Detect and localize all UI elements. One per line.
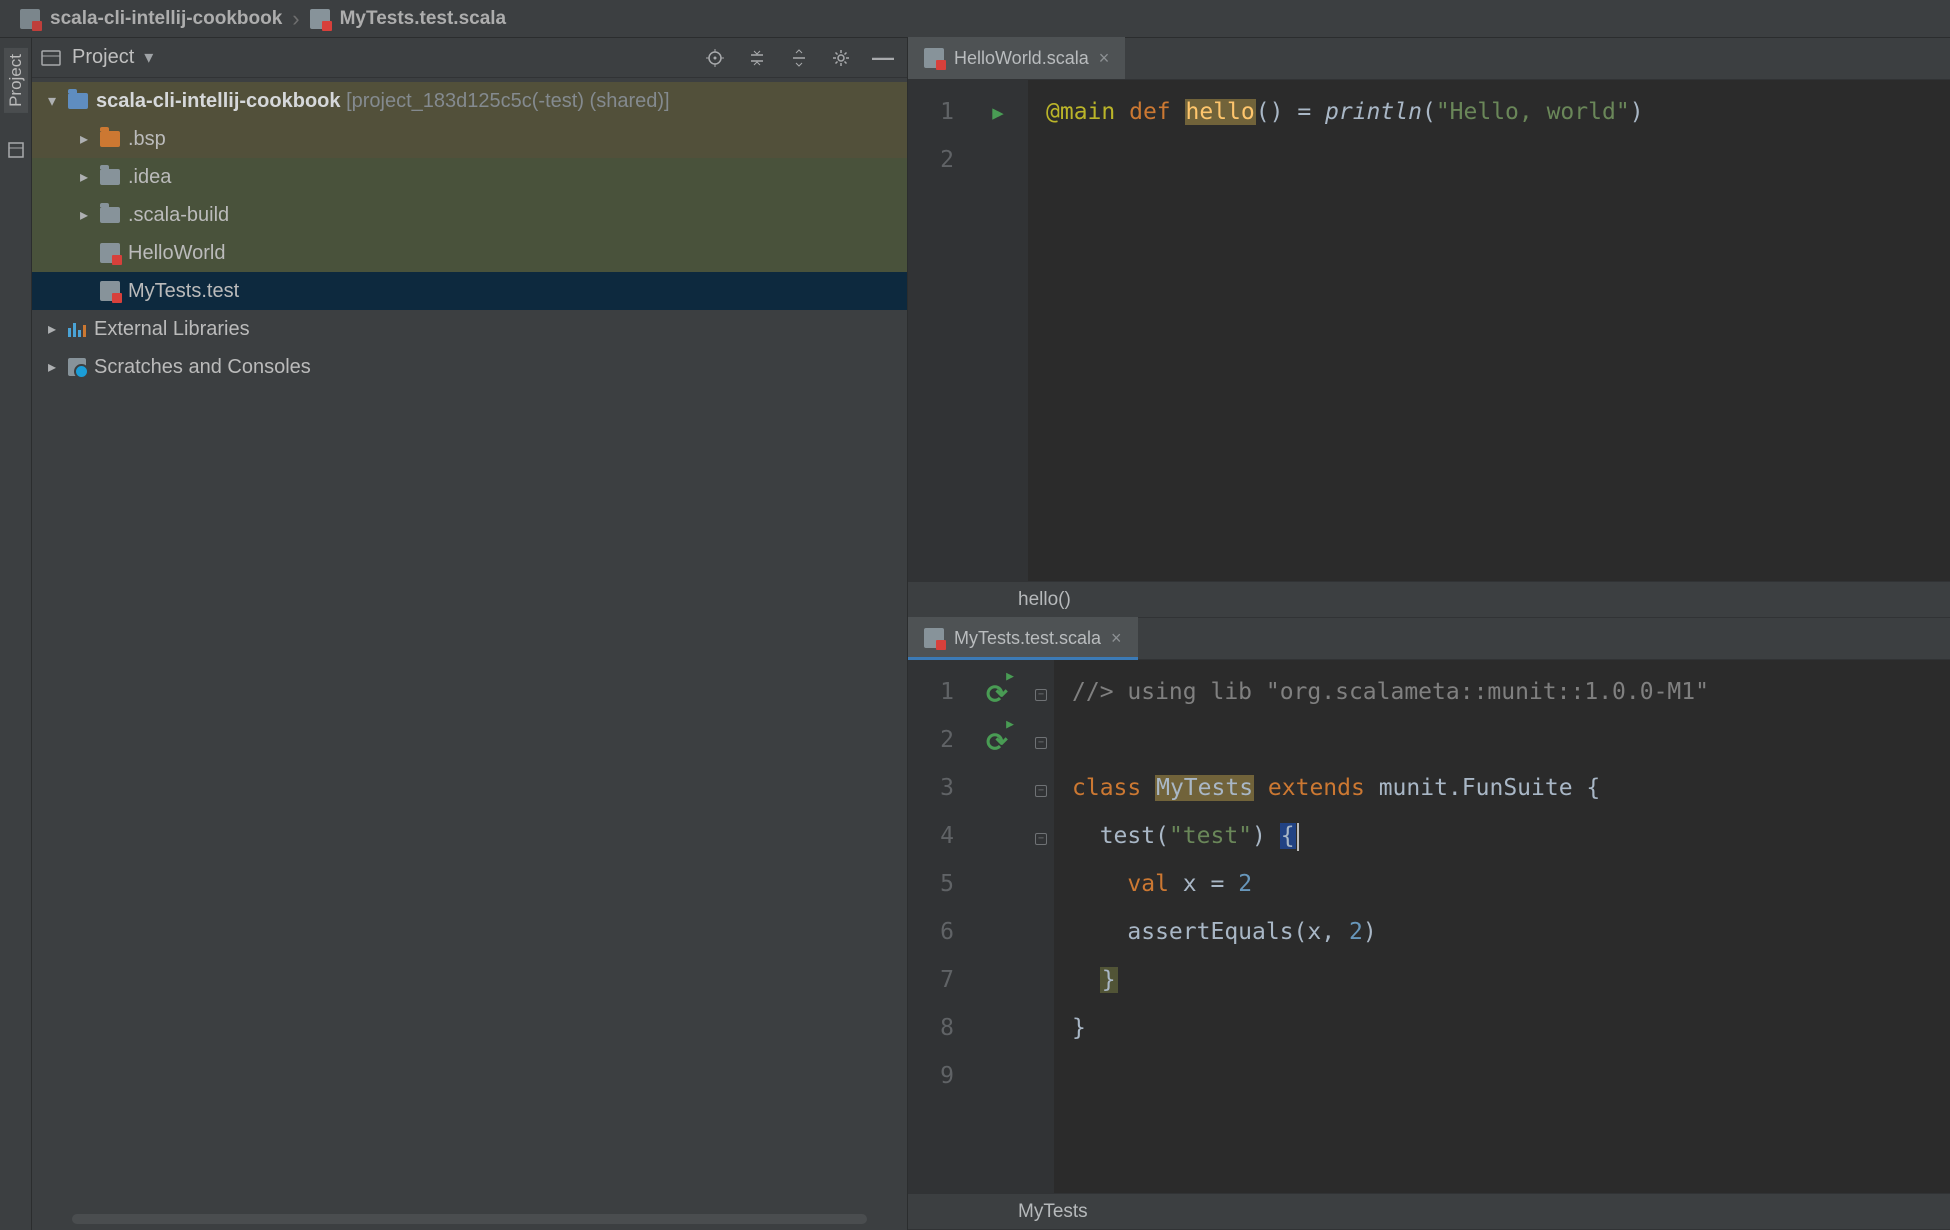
tree-scratches[interactable]: ▸ Scratches and Consoles [32,348,907,386]
fold-open-icon[interactable]: − [1035,689,1047,701]
tab-mytests[interactable]: MyTests.test.scala × [908,617,1138,659]
close-icon[interactable]: × [1111,628,1122,649]
chevron-down-icon[interactable]: ▾ [144,47,153,68]
run-gutter[interactable]: ▶ [968,80,1028,581]
expand-all-icon[interactable] [747,48,767,68]
structure-icon[interactable] [7,141,25,159]
collapse-all-icon[interactable] [789,48,809,68]
chevron-right-icon[interactable]: ▸ [44,319,60,339]
close-icon[interactable]: × [1099,48,1110,69]
chevron-right-icon: › [292,6,299,32]
scratches-icon [68,358,86,376]
excluded-folder-icon [100,131,120,147]
run-icon[interactable]: ▶ [992,89,1003,137]
tab-label: MyTests.test.scala [954,628,1101,649]
code-content[interactable]: //> using lib "org.scalameta::munit::1.0… [1054,660,1950,1193]
scala-file-icon [100,281,120,301]
tree-mytests[interactable]: ▸ MyTests.test [32,272,907,310]
tree-root[interactable]: ▾ scala-cli-intellij-cookbook [project_1… [32,82,907,120]
locate-icon[interactable] [705,48,725,68]
breadcrumb-editor[interactable]: hello() [908,581,1950,617]
editor-top: HelloWorld.scala × 1 2 ▶ @main def hello… [908,38,1950,618]
tab-helloworld[interactable]: HelloWorld.scala × [908,37,1125,79]
breadcrumb-file[interactable]: MyTests.test.scala [340,8,507,30]
editor-tabs: HelloWorld.scala × [908,38,1950,80]
run-gutter[interactable] [968,660,1028,1193]
editor-bottom: MyTests.test.scala × 1 2 3 4 5 6 7 8 9 [908,618,1950,1230]
horizontal-scrollbar[interactable] [72,1214,867,1224]
editor-tabs-2: MyTests.test.scala × [908,618,1950,660]
chevron-right-icon[interactable]: ▸ [44,357,60,377]
project-title[interactable]: Project [72,46,134,69]
fold-gutter[interactable]: − − − − [1028,660,1054,1193]
tree-bsp[interactable]: ▸ .bsp [32,120,907,158]
fold-close-icon[interactable]: − [1035,833,1047,845]
scala-file-icon [100,243,120,263]
tab-label: HelloWorld.scala [954,48,1089,69]
folder-icon [20,9,40,29]
tree-external-libs[interactable]: ▸ External Libraries [32,310,907,348]
project-view-icon [40,47,62,69]
rail-project-tab[interactable]: Project [4,48,28,113]
scala-file-icon [310,9,330,29]
chevron-down-icon[interactable]: ▾ [44,91,60,111]
tree-helloworld[interactable]: ▸ HelloWorld [32,234,907,272]
chevron-right-icon[interactable]: ▸ [76,205,92,225]
tree-scala-build[interactable]: ▸ .scala-build [32,196,907,234]
scala-file-icon [924,628,944,648]
code-content[interactable]: @main def hello() = println("Hello, worl… [1028,80,1950,581]
chevron-right-icon[interactable]: ▸ [76,129,92,149]
editor-area: HelloWorld.scala × 1 2 ▶ @main def hello… [908,38,1950,1230]
run-test-icon[interactable] [986,675,1010,699]
line-gutter[interactable]: 1 2 3 4 5 6 7 8 9 [908,660,968,1193]
scala-file-icon [924,48,944,68]
tree-idea[interactable]: ▸ .idea [32,158,907,196]
folder-icon [100,169,120,185]
fold-close-icon[interactable]: − [1035,785,1047,797]
fold-open-icon[interactable]: − [1035,737,1047,749]
breadcrumb-editor[interactable]: MyTests [908,1193,1950,1229]
chevron-right-icon[interactable]: ▸ [76,167,92,187]
run-test-icon[interactable] [986,723,1010,747]
breadcrumb-root[interactable]: scala-cli-intellij-cookbook [50,8,282,30]
project-tree[interactable]: ▾ scala-cli-intellij-cookbook [project_1… [32,78,907,1230]
tool-rail-left: Project [0,38,32,1230]
project-header: Project ▾ — [32,38,907,78]
gear-icon[interactable] [831,48,851,68]
code-editor[interactable]: 1 2 3 4 5 6 7 8 9 [908,660,1950,1193]
minimize-icon[interactable]: — [873,48,893,68]
folder-icon [100,207,120,223]
breadcrumb-bar: scala-cli-intellij-cookbook › MyTests.te… [0,0,1950,38]
project-tool-window: Project ▾ — ▾ scala-cli-intellij-cookboo… [32,38,908,1230]
line-gutter[interactable]: 1 2 [908,80,968,581]
module-folder-icon [68,93,88,109]
code-editor[interactable]: 1 2 ▶ @main def hello() = println("Hello… [908,80,1950,581]
libraries-icon [68,321,86,337]
